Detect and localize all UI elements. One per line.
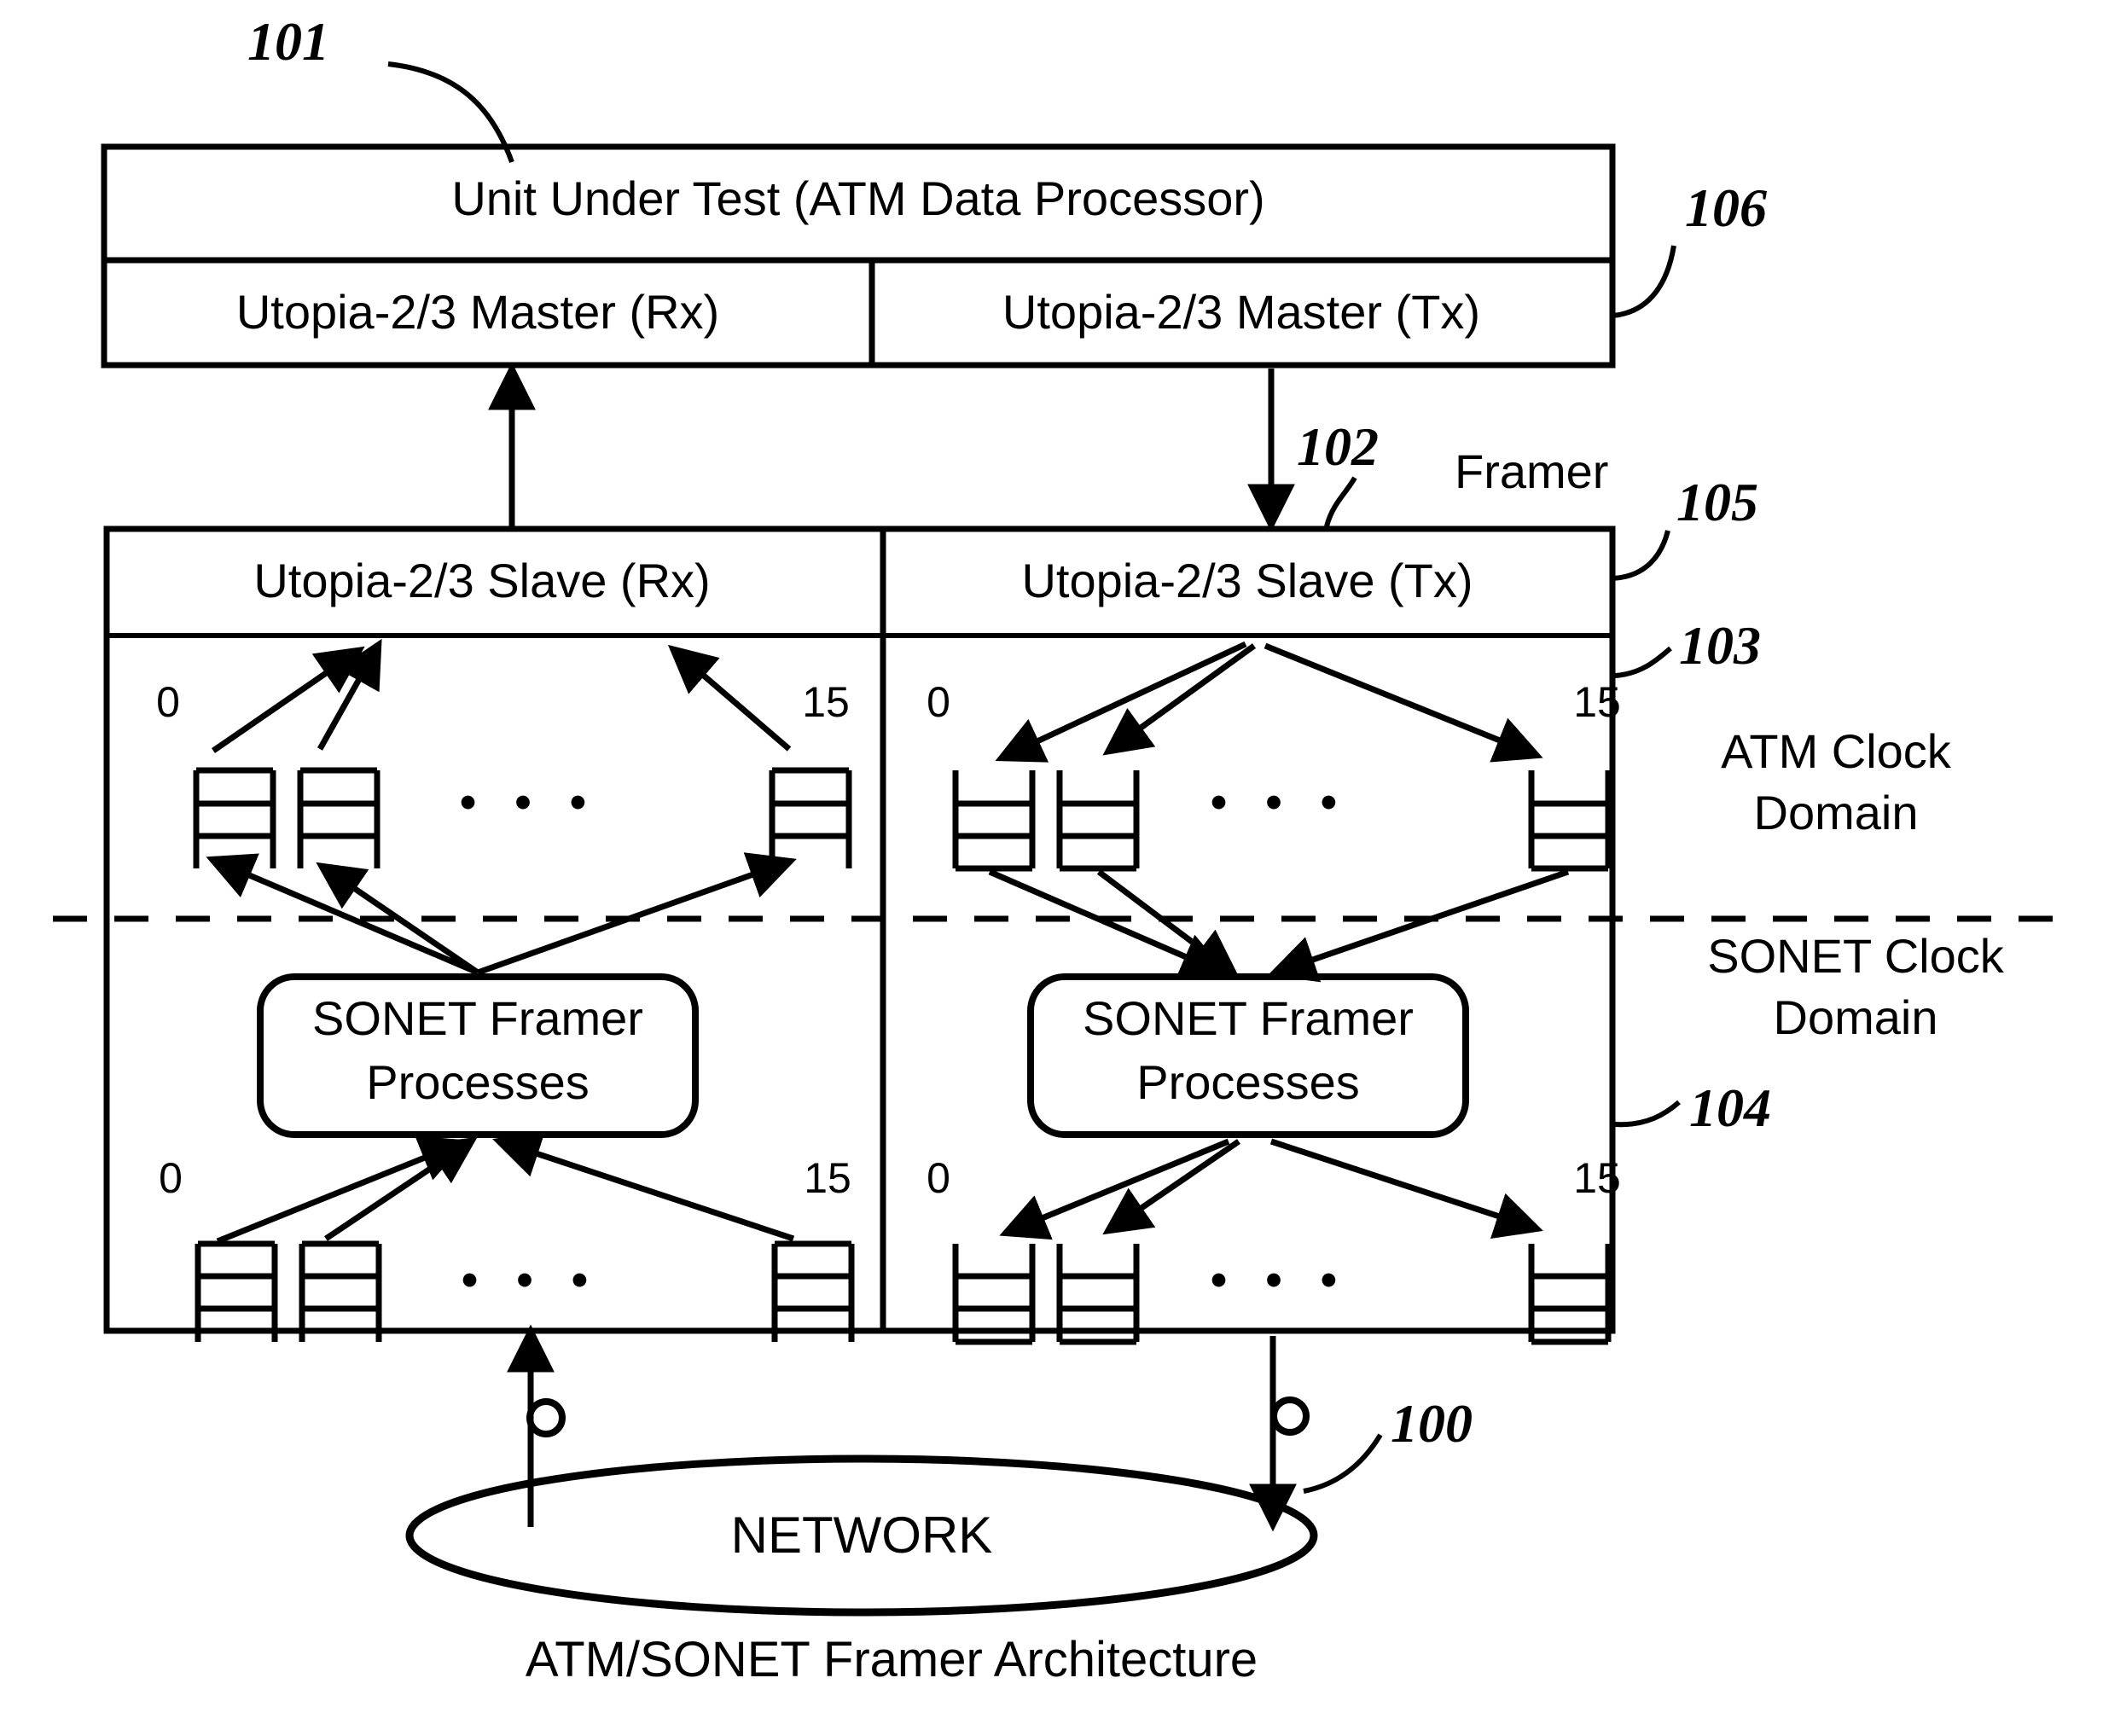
tx-lower-fifo-index-last: 15: [1573, 1154, 1621, 1202]
atm-clock-domain-line1: ATM Clock: [1721, 724, 1952, 778]
tx-lower-fifo-index-first: 0: [927, 1154, 950, 1202]
ref-104: 104: [1689, 1077, 1771, 1138]
tx-upper-ellipsis: • • •: [1210, 775, 1349, 830]
network-rx-link: [507, 1324, 566, 1527]
tx-upper-fifo-0: [952, 770, 1036, 872]
tx-upper-fanin-arrows: [988, 868, 1570, 983]
ref-102-leader: [1324, 476, 1357, 527]
rx-upper-ellipsis: • • •: [459, 775, 598, 830]
rx-upper-fifo-index-first: 0: [156, 678, 180, 726]
ref-100-leader: [1303, 1433, 1383, 1494]
ref-106: 106: [1685, 177, 1767, 238]
rx-lower-fifo-1: [299, 1240, 382, 1342]
sonet-clock-domain-line1: SONET Clock: [1707, 929, 2004, 983]
figure-caption: ATM/SONET Framer Architecture: [526, 1632, 1258, 1687]
framer-port-tx-label: Utopia-2/3 Slave (Tx): [1021, 554, 1473, 607]
rx-upper-fifo-0: [193, 767, 276, 868]
framer-box: [103, 525, 1616, 1334]
rx-lower-ellipsis: • • •: [461, 1252, 600, 1308]
tx-lower-fifo-0: [952, 1244, 1036, 1345]
network-tx-link: [1249, 1336, 1310, 1532]
rx-process-label-line1: SONET Framer: [312, 991, 643, 1045]
rx-upper-fifo-1: [297, 767, 381, 868]
network-label: NETWORK: [731, 1507, 993, 1564]
ref-102: 102: [1297, 416, 1379, 477]
rx-process-label-line2: Processes: [366, 1055, 589, 1109]
ref-106-leader: [1612, 245, 1676, 318]
atm-sonet-framer-diagram: Unit Under Test (ATM Data Processor) Uto…: [53, 11, 2080, 1687]
tx-lower-fanout-arrows: [999, 1138, 1543, 1240]
tx-upper-fanout-arrows: [995, 641, 1543, 763]
rx-upper-fifo-index-last: 15: [802, 678, 850, 726]
tx-lower-ellipsis: • • •: [1210, 1252, 1349, 1308]
sonet-clock-domain-line2: Domain: [1774, 990, 1938, 1044]
ref-105: 105: [1676, 472, 1758, 532]
tx-process-label-line2: Processes: [1136, 1055, 1359, 1109]
rx-upper-fanin-arrows: [212, 638, 792, 753]
figure-canvas: Unit Under Test (ATM Data Processor) Uto…: [0, 0, 2103, 1736]
tx-lower-fifo-1: [1056, 1244, 1140, 1345]
framer-port-rx-label: Utopia-2/3 Slave (Rx): [253, 554, 710, 607]
tx-upper-fifo-15: [1528, 770, 1612, 872]
uut-port-rx-label: Utopia-2/3 Master (Rx): [236, 285, 719, 339]
ref-101: 101: [247, 11, 329, 72]
rx-lower-fifo-index-first: 0: [159, 1154, 183, 1202]
framer-label: Framer: [1455, 444, 1608, 498]
ref-103-leader: [1614, 646, 1672, 678]
tx-process-label-line1: SONET Framer: [1083, 991, 1414, 1045]
atm-clock-domain-line2: Domain: [1754, 786, 1919, 839]
tx-upper-fifo-index-last: 15: [1573, 678, 1621, 726]
uut-port-tx-label: Utopia-2/3 Master (Tx): [1002, 285, 1480, 339]
ref-105-leader: [1612, 530, 1670, 581]
rx-lower-fanin-arrows: [216, 1131, 795, 1245]
ref-104-leader: [1614, 1100, 1681, 1128]
uut-title: Unit Under Test (ATM Data Processor): [451, 171, 1264, 225]
rx-lower-fifo-index-last: 15: [804, 1154, 851, 1202]
rx-lower-fifo-0: [195, 1240, 278, 1342]
ref-103: 103: [1679, 615, 1761, 676]
tx-lower-fifo-15: [1528, 1244, 1612, 1345]
tx-upper-fifo-1: [1056, 770, 1140, 872]
ref-100: 100: [1391, 1393, 1473, 1454]
rx-lower-fifo-15: [771, 1240, 855, 1342]
tx-upper-fifo-index-first: 0: [927, 678, 950, 726]
rx-upper-fifo-15: [769, 767, 852, 868]
